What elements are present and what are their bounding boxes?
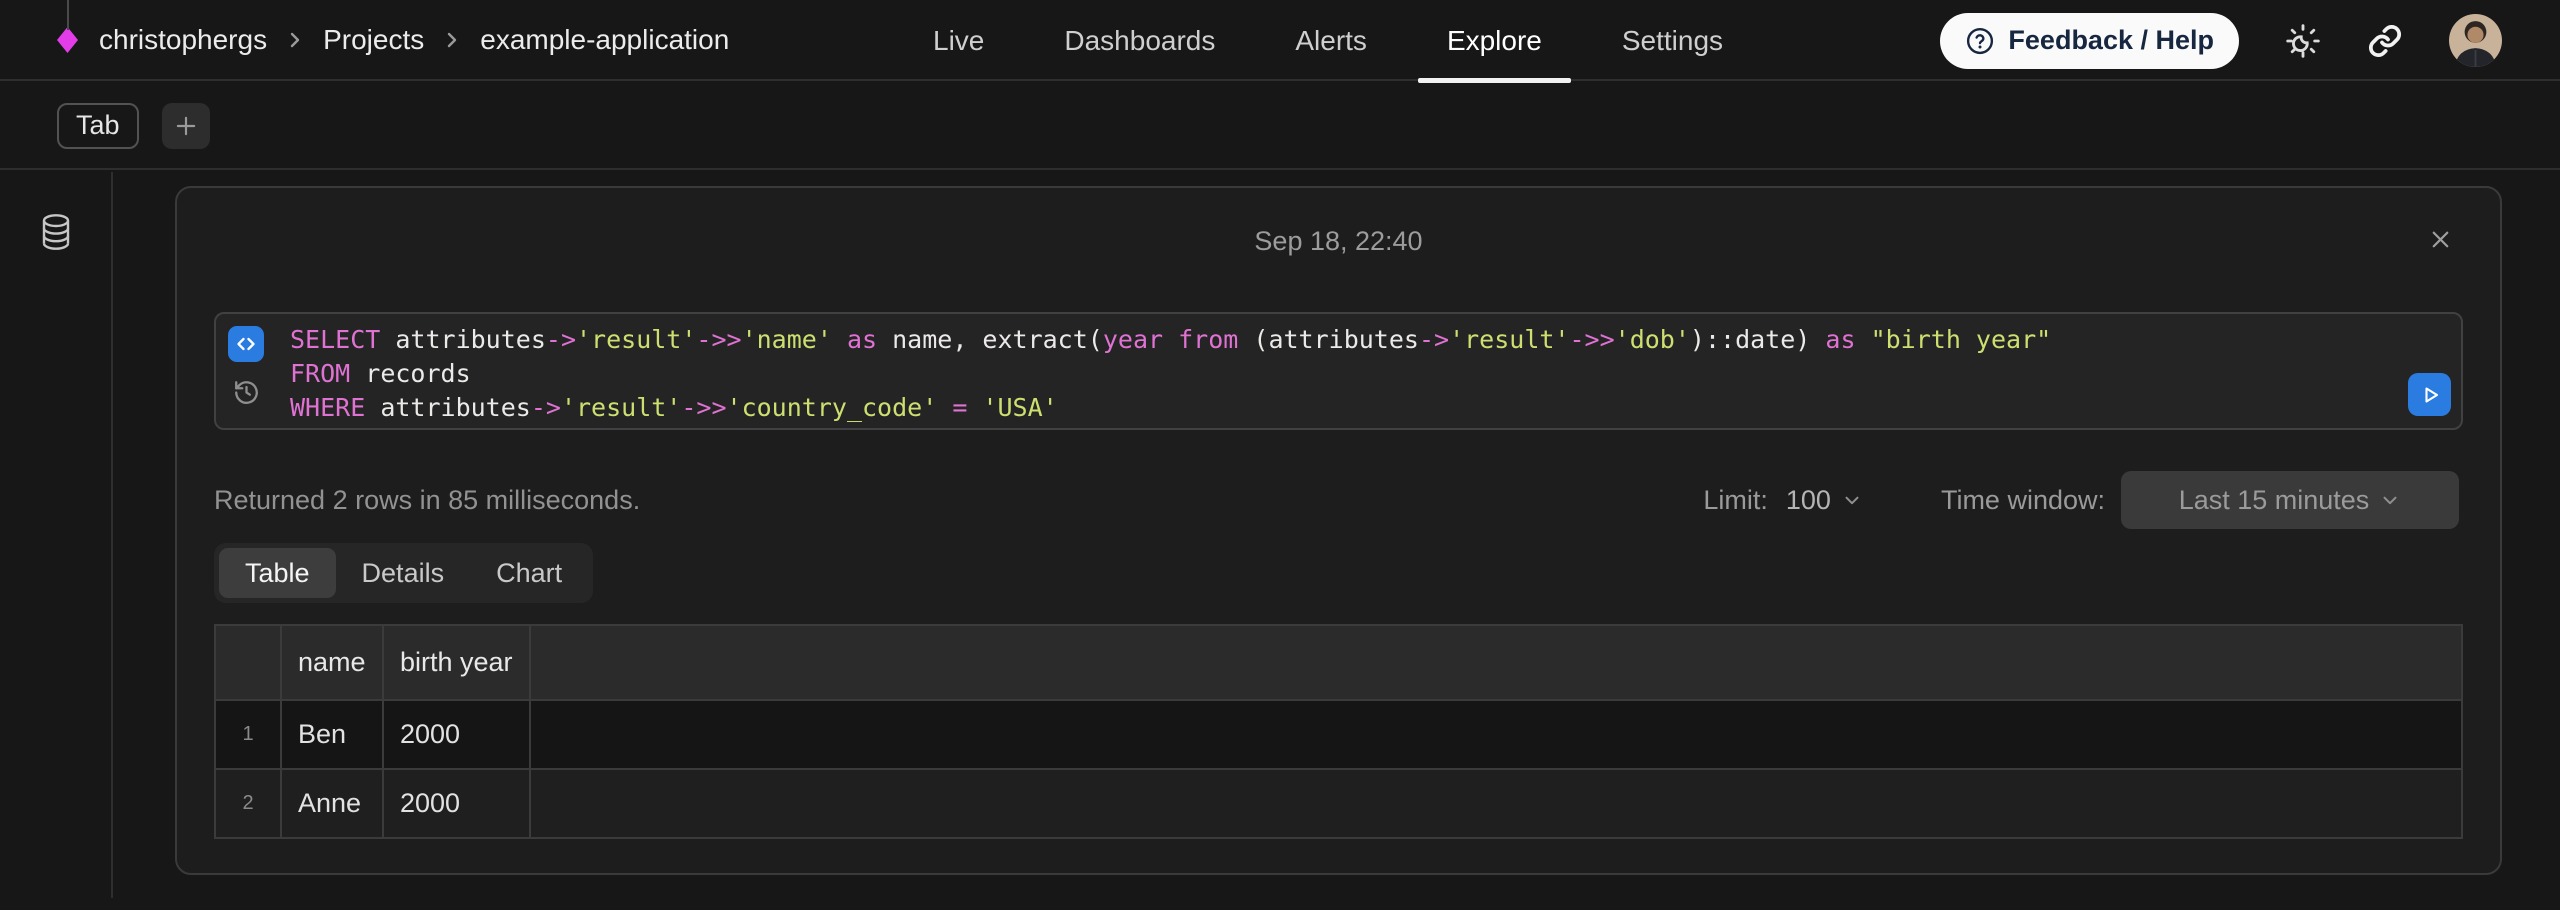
cell-birth-year: 2000 [383,769,530,838]
close-icon [2427,226,2454,253]
cell-name: Anne [281,769,383,838]
query-history-button[interactable] [232,378,261,407]
table-row[interactable]: 1 Ben 2000 [215,700,2462,769]
view-tab-details[interactable]: Details [336,548,471,598]
run-query-button[interactable] [2408,373,2451,416]
theme-toggle-button[interactable] [2285,23,2321,59]
header-filler [530,625,2462,700]
query-tab-bar: Tab [0,83,2560,170]
avatar-photo [2449,14,2502,67]
cell-filler [530,769,2462,838]
nav-item-alerts[interactable]: Alerts [1295,0,1367,81]
history-icon [232,378,261,407]
results-table: name birth year 1 Ben 2000 2 Anne [214,624,2463,839]
breadcrumb-workspace[interactable]: christophergs [99,24,267,56]
nav-item-live[interactable]: Live [933,0,984,81]
feedback-help-button[interactable]: Feedback / Help [1940,13,2239,69]
chevron-right-icon [444,28,460,52]
copy-link-button[interactable] [2367,23,2403,59]
user-avatar[interactable] [2449,14,2502,67]
header-row-number [215,625,281,700]
breadcrumb-projects[interactable]: Projects [323,24,424,56]
chevron-down-icon [1841,489,1863,511]
cell-birth-year: 2000 [383,700,530,769]
query-tab[interactable]: Tab [57,103,139,149]
cursor-artifact [67,0,69,30]
nav-item-dashboards[interactable]: Dashboards [1064,0,1215,81]
chevron-right-icon [287,28,303,52]
chevron-down-icon [2379,489,2401,511]
status-row: Returned 2 rows in 85 milliseconds. Limi… [214,470,2459,530]
play-icon [2418,383,2442,407]
time-window-value: Last 15 minutes [2179,485,2370,516]
breadcrumb-application[interactable]: example-application [480,24,729,56]
view-tab-table[interactable]: Table [219,548,336,598]
time-window-label: Time window: [1941,485,2105,516]
limit-label: Limit: [1703,485,1768,516]
main-menu: Live Dashboards Alerts Explore Settings [933,0,1723,81]
nav-item-settings[interactable]: Settings [1622,0,1723,81]
sql-query-text[interactable]: SELECT attributes->'result'->>'name' as … [290,323,2051,425]
sun-moon-icon [2285,23,2321,59]
app-root: christophergs Projects example-applicati… [0,0,2560,910]
limit-value: 100 [1786,485,1831,516]
header-name[interactable]: name [281,625,383,700]
sql-editor[interactable]: SELECT attributes->'result'->>'name' as … [214,312,2463,430]
table-header-row: name birth year [215,625,2462,700]
limit-dropdown[interactable]: 100 [1786,485,1863,516]
schema-browser-button[interactable] [40,212,72,252]
nav-right-group: Feedback / Help [1940,0,2502,81]
nav-item-explore[interactable]: Explore [1447,0,1542,81]
work-area: Sep 18, 22:40 [0,172,2560,898]
query-result-card: Sep 18, 22:40 [175,186,2502,875]
cell-filler [530,700,2462,769]
code-mode-button[interactable] [228,326,264,362]
plus-icon [173,113,199,139]
top-nav: christophergs Projects example-applicati… [0,0,2560,81]
view-tab-chart[interactable]: Chart [470,548,588,598]
code-brackets-icon [234,332,258,356]
row-number: 1 [215,700,281,769]
help-circle-icon [1965,26,1995,56]
cell-name: Ben [281,700,383,769]
close-card-button[interactable] [2427,226,2454,253]
row-number: 2 [215,769,281,838]
query-timestamp: Sep 18, 22:40 [177,226,2500,257]
header-birth-year[interactable]: birth year [383,625,530,700]
query-status-text: Returned 2 rows in 85 milliseconds. [214,485,640,516]
view-switcher: Table Details Chart [214,543,593,603]
nav-item-explore-label: Explore [1447,25,1542,57]
left-sidebar [0,172,113,898]
feedback-help-label: Feedback / Help [2008,25,2214,56]
link-icon [2367,23,2403,59]
result-controls: Limit: 100 Time window: Last 15 minutes [1703,471,2459,529]
database-icon [40,213,72,251]
table-row[interactable]: 2 Anne 2000 [215,769,2462,838]
time-window-dropdown[interactable]: Last 15 minutes [2121,471,2459,529]
add-tab-button[interactable] [162,103,210,149]
breadcrumb: christophergs Projects example-applicati… [0,24,729,56]
